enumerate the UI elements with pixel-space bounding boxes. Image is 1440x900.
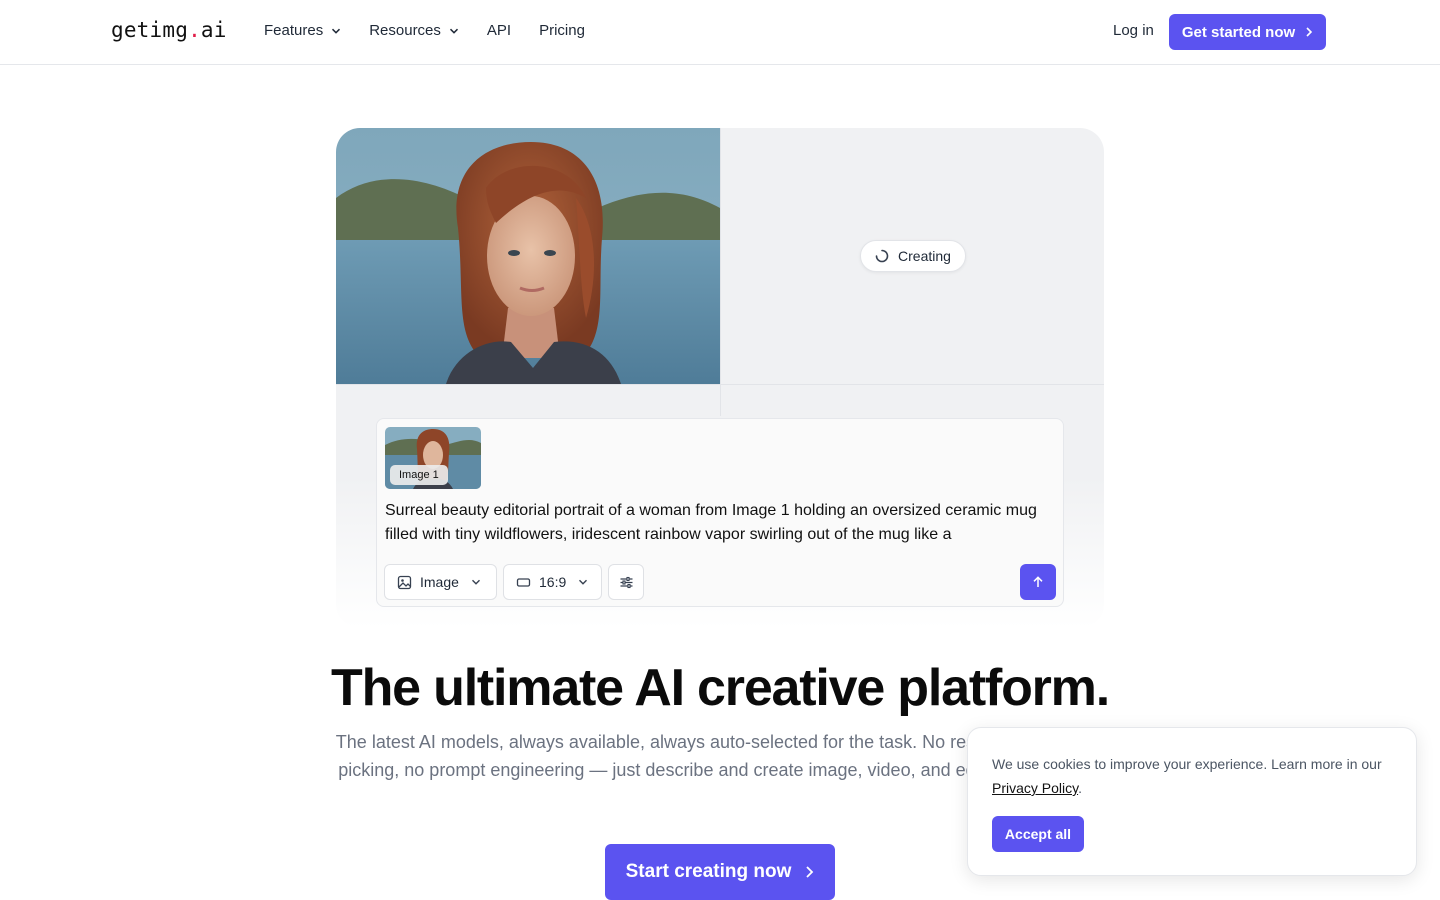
nav-links: Features Resources API Pricing: [264, 22, 585, 39]
cookie-message: We use cookies to improve your experienc…: [992, 756, 1382, 772]
settings-button[interactable]: [608, 564, 644, 600]
page-title: The ultimate AI creative platform.: [331, 659, 1110, 717]
arrow-up-icon: [1033, 576, 1043, 587]
mode-label: Image: [420, 574, 459, 590]
login-link[interactable]: Log in: [1113, 22, 1154, 39]
nav-api-label: API: [486, 22, 512, 39]
logo-text: getimg: [111, 18, 189, 42]
chevron-down-icon: [579, 579, 588, 585]
logo-dot: .: [188, 18, 201, 42]
accept-cookies-button[interactable]: Accept all: [992, 816, 1084, 852]
cookie-period: .: [1078, 780, 1082, 796]
logo[interactable]: getimg.ai: [111, 18, 227, 42]
creating-status: Creating: [860, 240, 966, 272]
chevron-down-icon: [449, 28, 458, 34]
prompt-input[interactable]: Surreal beauty editorial portrait of a w…: [385, 499, 1055, 547]
nav-pricing[interactable]: Pricing: [539, 22, 585, 39]
aspect-ratio-label: 16:9: [539, 574, 567, 590]
nav-resources-label: Resources: [369, 22, 441, 39]
nav-api[interactable]: API: [487, 22, 511, 39]
send-button[interactable]: [1020, 564, 1056, 600]
image-icon: [397, 575, 412, 589]
chevron-down-icon: [332, 28, 341, 34]
reference-image-thumbnail[interactable]: Image 1: [385, 427, 481, 489]
nav-features-label: Features: [264, 22, 324, 39]
cookie-banner: We use cookies to improve your experienc…: [967, 727, 1417, 876]
spinner-icon: [875, 249, 889, 263]
grid-divider-vertical: [720, 128, 721, 416]
chevron-right-icon: [806, 866, 814, 878]
start-creating-button[interactable]: Start creating now: [605, 844, 835, 900]
creating-label: Creating: [898, 248, 951, 264]
nav-features[interactable]: Features: [264, 22, 341, 39]
cookie-text: We use cookies to improve your experienc…: [992, 752, 1392, 800]
nav-pricing-label: Pricing: [539, 22, 585, 39]
prompt-box: Image 1 Surreal beauty editorial portrai…: [376, 418, 1064, 607]
sliders-icon: [620, 576, 632, 588]
top-navbar: getimg.ai Features Resources API Pricing…: [0, 0, 1440, 65]
get-started-label: Get started now: [1181, 23, 1296, 41]
image-tag: Image 1: [390, 465, 448, 485]
start-creating-label: Start creating now: [625, 861, 792, 882]
chevron-down-icon: [471, 579, 480, 585]
get-started-button[interactable]: Get started now: [1169, 14, 1326, 50]
portrait-image: [336, 128, 720, 384]
nav-resources[interactable]: Resources: [369, 22, 459, 39]
chevron-right-icon: [1306, 27, 1313, 37]
grid-divider-horizontal: [336, 384, 1104, 385]
hero-preview: Creating Image 1 Surreal beauty editoria…: [336, 128, 1104, 628]
aspect-ratio-icon: [516, 577, 531, 587]
mode-select[interactable]: Image: [384, 564, 497, 600]
privacy-policy-link[interactable]: Privacy Policy: [992, 780, 1078, 796]
aspect-ratio-select[interactable]: 16:9: [503, 564, 602, 600]
logo-suffix: ai: [200, 18, 227, 42]
